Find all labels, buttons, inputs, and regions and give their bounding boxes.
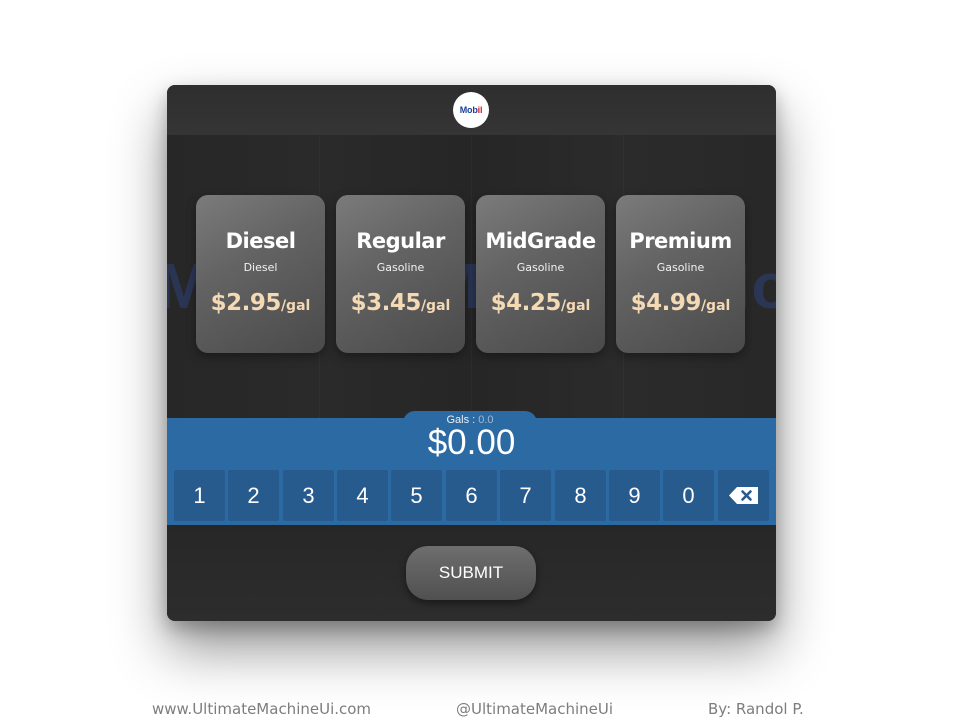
footer-author: By: Randol P. [708, 700, 804, 718]
key-3[interactable]: 3 [283, 470, 334, 521]
fuel-price: $2.95/gal [210, 290, 311, 316]
key-2[interactable]: 2 [228, 470, 279, 521]
mobil-logo: Mob il [453, 92, 489, 128]
fuel-name: Premium [629, 229, 732, 253]
fuel-price: $3.45/gal [350, 290, 451, 316]
fuel-price: $4.99/gal [630, 290, 731, 316]
backspace-button[interactable] [718, 470, 769, 521]
key-4[interactable]: 4 [337, 470, 388, 521]
fuel-price: $4.25/gal [490, 290, 591, 316]
footer-website[interactable]: www.UltimateMachineUi.com [152, 700, 371, 718]
fuel-type: Gasoline [516, 261, 565, 274]
key-8[interactable]: 8 [555, 470, 606, 521]
fuel-name: Regular [356, 229, 445, 253]
fuel-type: Diesel [243, 261, 278, 274]
fuel-pump-panel: Mobil Mobil Mobil Mo Diesel Diesel $2.95… [167, 85, 776, 621]
fuel-type: Gasoline [656, 261, 705, 274]
key-1[interactable]: 1 [174, 470, 225, 521]
submit-button[interactable]: SUBMIT [406, 546, 536, 600]
key-0[interactable]: 0 [663, 470, 714, 521]
top-bar: Mob il [167, 85, 776, 135]
fuel-card-premium[interactable]: Premium Gasoline $4.99/gal [616, 195, 745, 353]
fuel-card-diesel[interactable]: Diesel Diesel $2.95/gal [196, 195, 325, 353]
key-6[interactable]: 6 [446, 470, 497, 521]
key-9[interactable]: 9 [609, 470, 660, 521]
amount-display: $0.00 [427, 423, 516, 462]
key-5[interactable]: 5 [391, 470, 442, 521]
key-7[interactable]: 7 [500, 470, 551, 521]
fuel-card-regular[interactable]: Regular Gasoline $3.45/gal [336, 195, 465, 353]
footer-handle[interactable]: @UltimateMachineUi [456, 700, 613, 718]
backspace-icon [728, 487, 758, 504]
fuel-type: Gasoline [376, 261, 425, 274]
fuel-card-midgrade[interactable]: MidGrade Gasoline $4.25/gal [476, 195, 605, 353]
fuel-name: MidGrade [485, 229, 596, 253]
fuel-name: Diesel [225, 229, 296, 253]
